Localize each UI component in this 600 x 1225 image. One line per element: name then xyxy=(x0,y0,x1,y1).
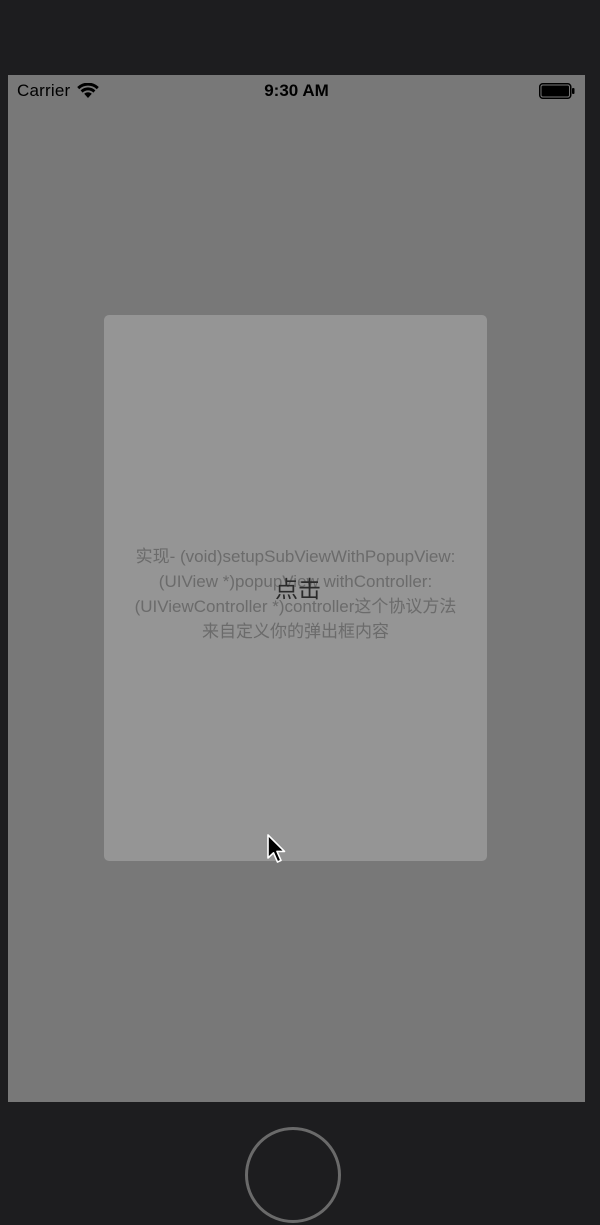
status-time: 9:30 AM xyxy=(264,81,329,100)
popup-description-line: 实现- (void)setupSubViewWithPopupView: xyxy=(135,547,456,566)
click-button[interactable]: 点击 xyxy=(263,570,333,604)
battery-icon xyxy=(539,83,575,99)
phone-screen: Carrier 9:30 AM 实现- (void)setupSubViewWi… xyxy=(8,75,585,1102)
simulator-device: Carrier 9:30 AM 实现- (void)setupSubViewWi… xyxy=(0,0,600,1225)
popup-view: 实现- (void)setupSubViewWithPopupView: (UI… xyxy=(104,315,487,861)
mouse-pointer-icon xyxy=(266,834,288,866)
popup-description-line: 来自定义你的弹出框内容 xyxy=(202,622,389,641)
home-button[interactable] xyxy=(245,1127,341,1223)
status-bar: Carrier 9:30 AM xyxy=(8,75,585,107)
